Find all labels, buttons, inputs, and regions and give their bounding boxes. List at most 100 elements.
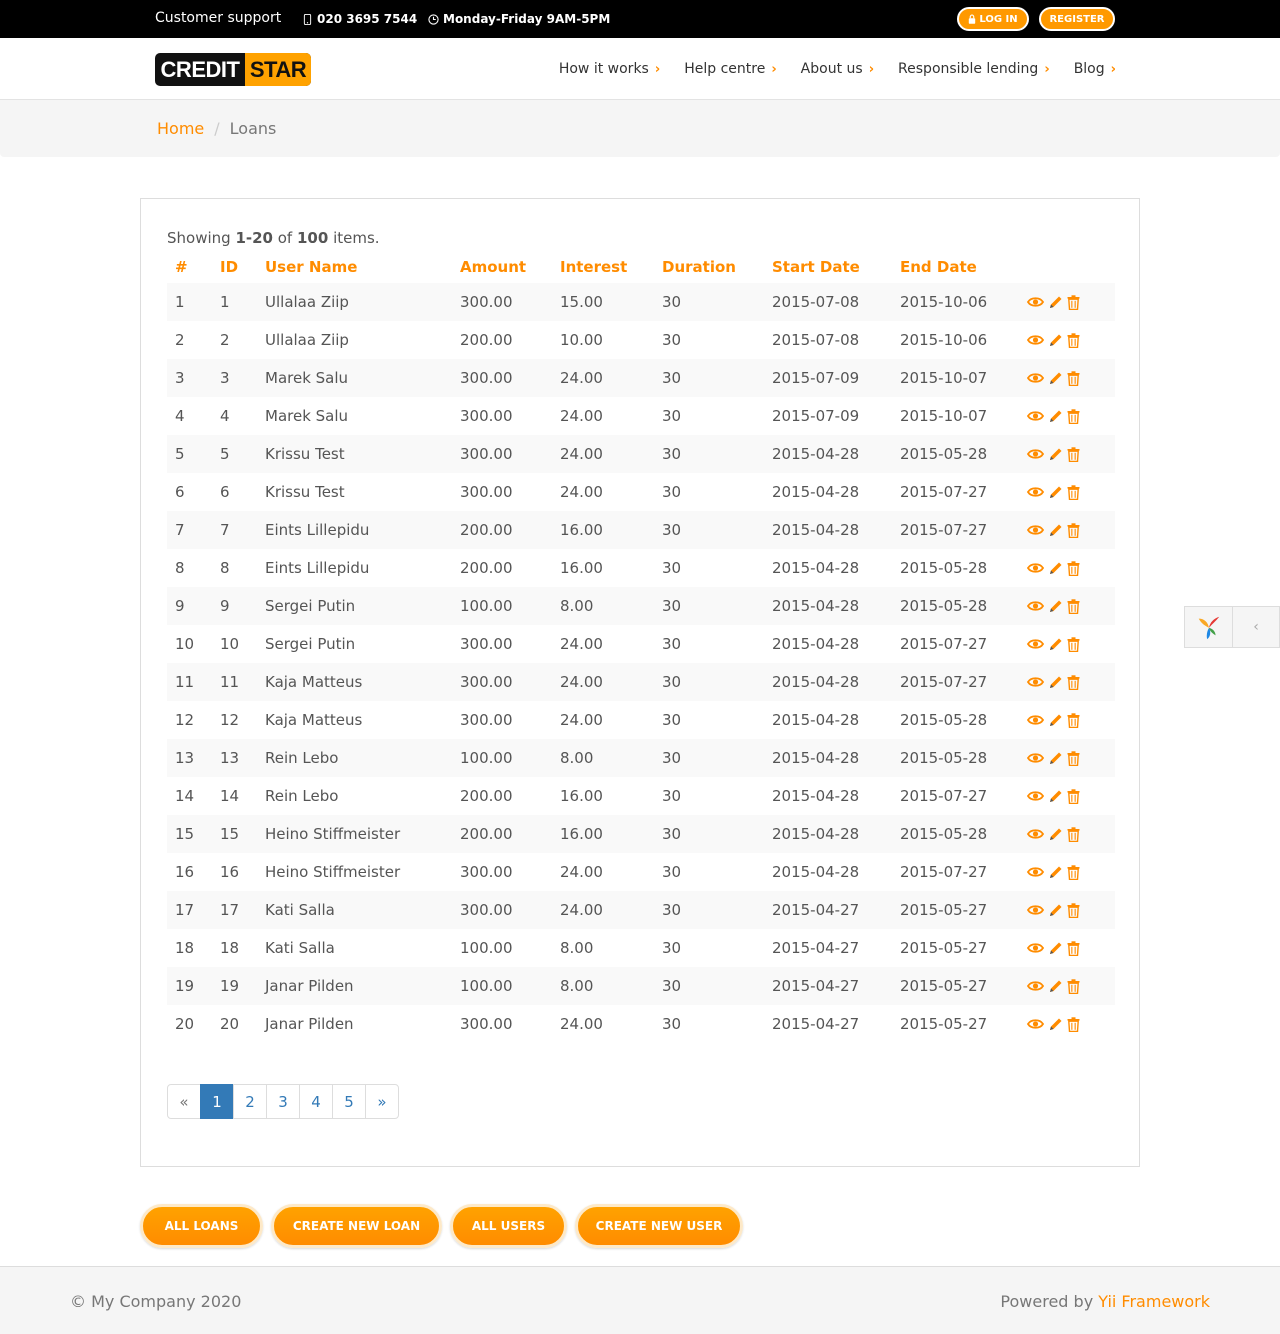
eye-icon[interactable] <box>1027 714 1044 726</box>
login-button[interactable]: LOG IN <box>957 7 1029 31</box>
pencil-icon[interactable] <box>1048 599 1063 614</box>
cell-id: 7 <box>212 511 257 549</box>
pencil-icon[interactable] <box>1048 295 1063 310</box>
trash-icon[interactable] <box>1067 522 1080 538</box>
cell-start-date: 2015-04-28 <box>764 435 892 473</box>
eye-icon[interactable] <box>1027 334 1044 346</box>
eye-icon[interactable] <box>1027 790 1044 802</box>
nav-about-us[interactable]: About us › <box>801 61 874 77</box>
debug-toolbar-toggle[interactable]: ‹ <box>1184 606 1280 648</box>
eye-icon[interactable] <box>1027 296 1044 308</box>
cell-id: 1 <box>212 283 257 321</box>
powered-by-prefix: Powered by <box>1000 1292 1099 1311</box>
trash-icon[interactable] <box>1067 978 1080 994</box>
eye-icon[interactable] <box>1027 372 1044 384</box>
column-header-amount[interactable]: Amount <box>452 251 552 283</box>
trash-icon[interactable] <box>1067 560 1080 576</box>
pagination-page-4[interactable]: 4 <box>299 1084 333 1119</box>
nav-how-it-works[interactable]: How it works › <box>559 61 660 77</box>
register-button[interactable]: REGISTER <box>1039 7 1115 31</box>
trash-icon[interactable] <box>1067 1016 1080 1032</box>
pencil-icon[interactable] <box>1048 637 1063 652</box>
trash-icon[interactable] <box>1067 446 1080 462</box>
pencil-icon[interactable] <box>1048 561 1063 576</box>
trash-icon[interactable] <box>1067 636 1080 652</box>
pencil-icon[interactable] <box>1048 827 1063 842</box>
trash-icon[interactable] <box>1067 484 1080 500</box>
pencil-icon[interactable] <box>1048 447 1063 462</box>
eye-icon[interactable] <box>1027 980 1044 992</box>
trash-icon[interactable] <box>1067 940 1080 956</box>
column-header-start-date[interactable]: Start Date <box>764 251 892 283</box>
trash-icon[interactable] <box>1067 332 1080 348</box>
eye-icon[interactable] <box>1027 524 1044 536</box>
pagination-prev[interactable]: « <box>167 1084 201 1119</box>
eye-icon[interactable] <box>1027 448 1044 460</box>
column-header-index[interactable]: # <box>167 251 212 283</box>
pencil-icon[interactable] <box>1048 713 1063 728</box>
trash-icon[interactable] <box>1067 674 1080 690</box>
eye-icon[interactable] <box>1027 410 1044 422</box>
pagination-page-5[interactable]: 5 <box>332 1084 366 1119</box>
yii-logo-svg <box>1198 616 1219 640</box>
create-new-loan-button[interactable]: CREATE NEW LOAN <box>271 1204 442 1248</box>
nav-blog[interactable]: Blog › <box>1074 61 1116 77</box>
eye-icon[interactable] <box>1027 676 1044 688</box>
eye-icon[interactable] <box>1027 638 1044 650</box>
pencil-icon[interactable] <box>1048 865 1063 880</box>
all-loans-button[interactable]: ALL LOANS <box>140 1204 263 1248</box>
pencil-icon[interactable] <box>1048 941 1063 956</box>
creditstar-logo[interactable]: CREDIT STAR <box>155 53 311 86</box>
trash-icon[interactable] <box>1067 408 1080 424</box>
eye-icon[interactable] <box>1027 752 1044 764</box>
trash-icon[interactable] <box>1067 902 1080 918</box>
pencil-icon[interactable] <box>1048 979 1063 994</box>
eye-icon[interactable] <box>1027 942 1044 954</box>
pencil-icon[interactable] <box>1048 333 1063 348</box>
column-header-duration[interactable]: Duration <box>654 251 764 283</box>
eye-icon[interactable] <box>1027 1018 1044 1030</box>
trash-icon[interactable] <box>1067 750 1080 766</box>
nav-help-centre[interactable]: Help centre › <box>684 61 776 77</box>
pencil-icon[interactable] <box>1048 523 1063 538</box>
column-header-end-date[interactable]: End Date <box>892 251 1019 283</box>
pagination-next[interactable]: » <box>365 1084 399 1119</box>
cell-amount: 200.00 <box>452 815 552 853</box>
pagination-page-2[interactable]: 2 <box>233 1084 267 1119</box>
column-header-interest[interactable]: Interest <box>552 251 654 283</box>
pagination-page-3[interactable]: 3 <box>266 1084 300 1119</box>
create-new-user-button[interactable]: CREATE NEW USER <box>575 1204 743 1248</box>
pencil-icon[interactable] <box>1048 485 1063 500</box>
trash-icon[interactable] <box>1067 864 1080 880</box>
eye-icon[interactable] <box>1027 904 1044 916</box>
cell-user-name: Krissu Test <box>265 483 345 501</box>
column-header-id[interactable]: ID <box>212 251 257 283</box>
trash-icon[interactable] <box>1067 294 1080 310</box>
pencil-icon[interactable] <box>1048 751 1063 766</box>
all-users-button[interactable]: ALL USERS <box>450 1204 567 1248</box>
nav-responsible-lending[interactable]: Responsible lending › <box>898 61 1050 77</box>
pencil-icon[interactable] <box>1048 371 1063 386</box>
trash-icon[interactable] <box>1067 598 1080 614</box>
eye-icon[interactable] <box>1027 828 1044 840</box>
breadcrumb-home-link[interactable]: Home <box>157 119 204 138</box>
pencil-icon[interactable] <box>1048 1017 1063 1032</box>
eye-icon[interactable] <box>1027 486 1044 498</box>
cell-user-name: Kaja Matteus <box>257 663 452 701</box>
pencil-icon[interactable] <box>1048 903 1063 918</box>
yii-framework-link[interactable]: Yii Framework <box>1098 1292 1210 1311</box>
eye-icon[interactable] <box>1027 866 1044 878</box>
trash-icon[interactable] <box>1067 826 1080 842</box>
pencil-icon[interactable] <box>1048 675 1063 690</box>
trash-icon[interactable] <box>1067 712 1080 728</box>
cell-amount: 300.00 <box>460 635 513 653</box>
yii-logo-icon <box>1185 607 1233 647</box>
pencil-icon[interactable] <box>1048 789 1063 804</box>
trash-icon[interactable] <box>1067 370 1080 386</box>
eye-icon[interactable] <box>1027 600 1044 612</box>
pencil-icon[interactable] <box>1048 409 1063 424</box>
trash-icon[interactable] <box>1067 788 1080 804</box>
column-header-user-name[interactable]: User Name <box>257 251 452 283</box>
eye-icon[interactable] <box>1027 562 1044 574</box>
pagination-page-1[interactable]: 1 <box>200 1084 234 1119</box>
